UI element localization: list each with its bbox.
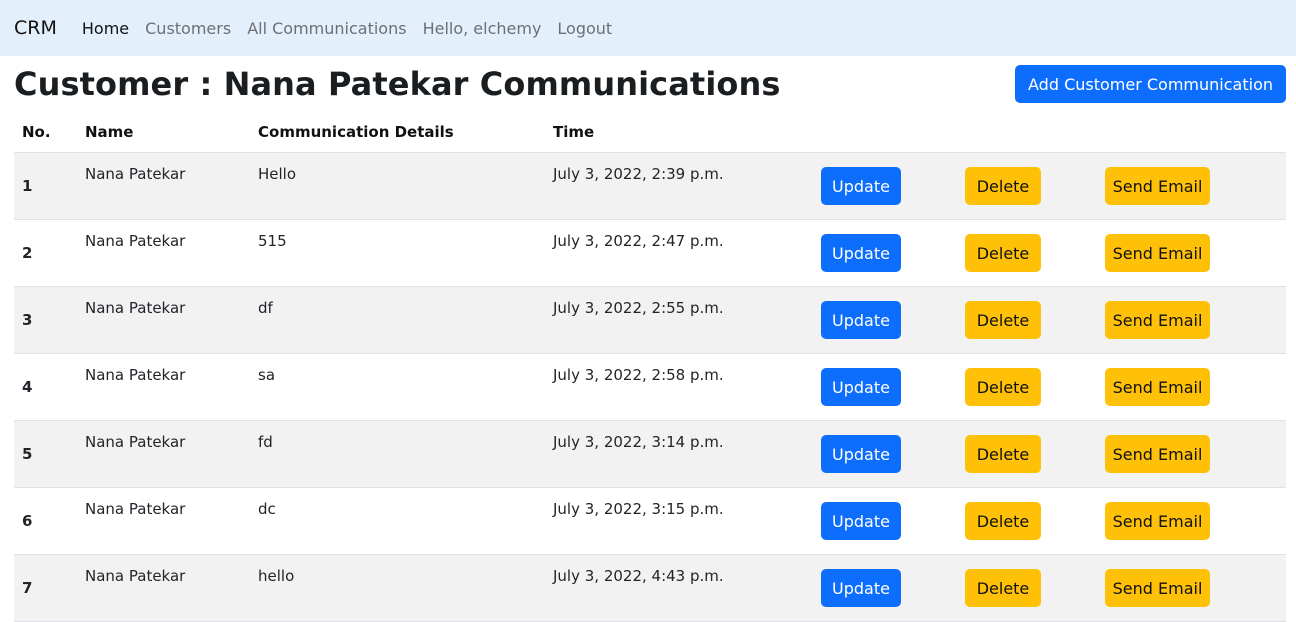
update-button[interactable]: Update [821,569,901,607]
add-communication-button[interactable]: Add Customer Communication [1015,65,1286,103]
row-update-cell: Update [813,487,957,555]
row-delete-cell: Delete [957,420,1097,488]
row-name: Nana Patekar [77,152,250,220]
delete-button[interactable]: Delete [965,234,1041,272]
header-no: No. [22,123,51,141]
row-number: 4 [14,353,77,421]
row-email-cell: Send Email [1097,420,1286,488]
row-number: 3 [14,286,77,354]
page-header: Customer : Nana Patekar Communications A… [0,56,1296,112]
update-button[interactable]: Update [821,502,901,540]
send-email-button[interactable]: Send Email [1105,167,1210,205]
row-number: 6 [14,487,77,555]
row-delete-cell: Delete [957,554,1097,622]
row-name: Nana Patekar [77,487,250,555]
row-email-cell: Send Email [1097,286,1286,354]
update-button[interactable]: Update [821,301,901,339]
top-navbar: CRM Home Customers All Communications He… [0,0,1296,56]
update-button[interactable]: Update [821,234,901,272]
table-row: 3 Nana Patekar df July 3, 2022, 2:55 p.m… [14,286,1286,354]
row-name: Nana Patekar [77,420,250,488]
row-number: 1 [14,152,77,220]
row-details: df [250,286,545,354]
send-email-button[interactable]: Send Email [1105,502,1210,540]
row-delete-cell: Delete [957,152,1097,220]
row-delete-cell: Delete [957,286,1097,354]
row-update-cell: Update [813,152,957,220]
header-blank-delete [957,112,1097,153]
table-header-row: No. Name Communication Details Time [14,112,1286,153]
row-email-cell: Send Email [1097,219,1286,287]
row-delete-cell: Delete [957,219,1097,287]
row-time: July 3, 2022, 2:58 p.m. [545,353,813,421]
row-details: hello [250,554,545,622]
table-row: 7 Nana Patekar hello July 3, 2022, 4:43 … [14,554,1286,622]
update-button[interactable]: Update [821,167,901,205]
send-email-button[interactable]: Send Email [1105,435,1210,473]
table-row: 2 Nana Patekar 515 July 3, 2022, 2:47 p.… [14,219,1286,287]
table-row: 5 Nana Patekar fd July 3, 2022, 3:14 p.m… [14,420,1286,488]
row-time: July 3, 2022, 2:55 p.m. [545,286,813,354]
row-name: Nana Patekar [77,286,250,354]
row-update-cell: Update [813,420,957,488]
nav-home[interactable]: Home [82,19,129,38]
delete-button[interactable]: Delete [965,435,1041,473]
delete-button[interactable]: Delete [965,502,1041,540]
page-title: Customer : Nana Patekar Communications [14,65,781,103]
update-button[interactable]: Update [821,368,901,406]
row-details: sa [250,353,545,421]
table-row: 1 Nana Patekar Hello July 3, 2022, 2:39 … [14,152,1286,220]
header-details: Communication Details [258,123,454,141]
delete-button[interactable]: Delete [965,368,1041,406]
row-update-cell: Update [813,219,957,287]
row-update-cell: Update [813,286,957,354]
update-button[interactable]: Update [821,435,901,473]
delete-button[interactable]: Delete [965,569,1041,607]
row-update-cell: Update [813,554,957,622]
table-body: 1 Nana Patekar Hello July 3, 2022, 2:39 … [14,152,1286,622]
row-details: Hello [250,152,545,220]
row-details: dc [250,487,545,555]
row-number: 7 [14,554,77,622]
row-delete-cell: Delete [957,353,1097,421]
table-row: 6 Nana Patekar dc July 3, 2022, 3:15 p.m… [14,487,1286,555]
row-time: July 3, 2022, 3:14 p.m. [545,420,813,488]
row-update-cell: Update [813,353,957,421]
row-time: July 3, 2022, 2:39 p.m. [545,152,813,220]
row-time: July 3, 2022, 2:47 p.m. [545,219,813,287]
row-name: Nana Patekar [77,353,250,421]
header-time: Time [553,123,595,141]
row-name: Nana Patekar [77,554,250,622]
row-email-cell: Send Email [1097,554,1286,622]
row-time: July 3, 2022, 3:15 p.m. [545,487,813,555]
brand-link[interactable]: CRM [14,17,57,39]
send-email-button[interactable]: Send Email [1105,301,1210,339]
row-number: 5 [14,420,77,488]
row-details: 515 [250,219,545,287]
delete-button[interactable]: Delete [965,301,1041,339]
nav-logout[interactable]: Logout [557,19,612,38]
send-email-button[interactable]: Send Email [1105,569,1210,607]
row-email-cell: Send Email [1097,353,1286,421]
delete-button[interactable]: Delete [965,167,1041,205]
row-email-cell: Send Email [1097,152,1286,220]
row-email-cell: Send Email [1097,487,1286,555]
nav-user-greeting[interactable]: Hello, elchemy [423,19,542,38]
row-details: fd [250,420,545,488]
send-email-button[interactable]: Send Email [1105,368,1210,406]
header-blank-update [813,112,957,153]
row-number: 2 [14,219,77,287]
header-blank-email [1097,112,1286,153]
row-name: Nana Patekar [77,219,250,287]
table-row: 4 Nana Patekar sa July 3, 2022, 2:58 p.m… [14,353,1286,421]
header-name: Name [85,123,134,141]
nav-all-communications[interactable]: All Communications [247,19,406,38]
send-email-button[interactable]: Send Email [1105,234,1210,272]
row-delete-cell: Delete [957,487,1097,555]
row-time: July 3, 2022, 4:43 p.m. [545,554,813,622]
nav-customers[interactable]: Customers [145,19,231,38]
